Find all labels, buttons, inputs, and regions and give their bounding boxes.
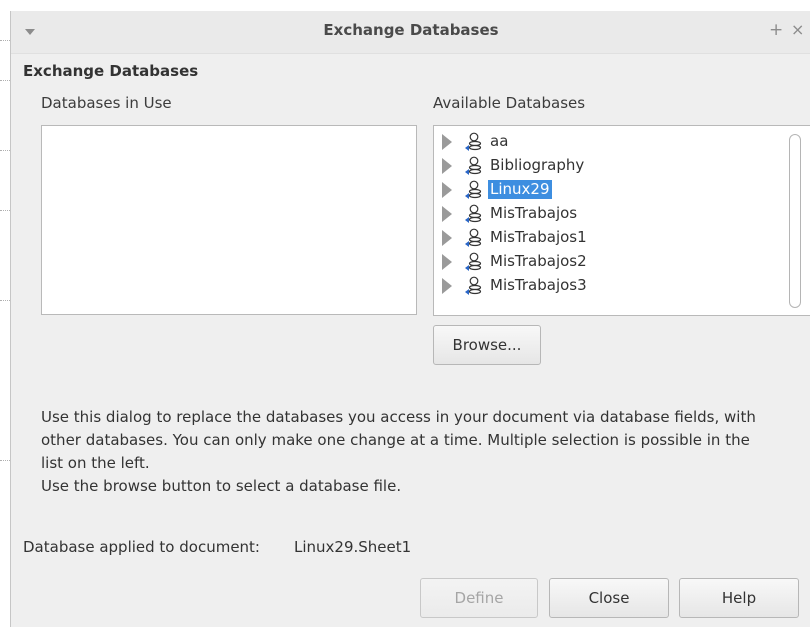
database-icon	[464, 228, 484, 248]
tree-item-label: MisTrabajos2	[490, 252, 587, 270]
tree-item-label: MisTrabajos	[490, 204, 578, 222]
available-databases-label: Available Databases	[433, 94, 586, 112]
description-line: other databases. You can only make one c…	[41, 431, 750, 449]
database-icon	[464, 180, 484, 200]
expand-arrow-icon[interactable]	[442, 134, 452, 150]
titlebar: Exchange Databases + ×	[11, 11, 810, 54]
expand-arrow-icon[interactable]	[442, 206, 452, 222]
expand-arrow-icon[interactable]	[442, 182, 452, 198]
expand-arrow-icon[interactable]	[442, 158, 452, 174]
database-icon	[464, 276, 484, 296]
scrollbar[interactable]	[789, 134, 801, 308]
database-icon	[464, 252, 484, 272]
close-icon[interactable]: ×	[791, 20, 804, 39]
expand-arrow-icon[interactable]	[442, 230, 452, 246]
maximize-icon[interactable]: +	[769, 20, 783, 40]
database-icon	[464, 156, 484, 176]
available-databases-list[interactable]: aa Bibliography Linux29 MisTrabajos MisTraba…	[433, 125, 810, 316]
tree-item-label: Bibliography	[490, 156, 585, 174]
database-icon	[464, 132, 484, 152]
exchange-databases-dialog: Exchange Databases + × Exchange Database…	[10, 11, 810, 627]
define-button[interactable]: Define	[420, 578, 538, 618]
description-line: Use this dialog to replace the databases…	[41, 408, 756, 426]
close-button[interactable]: Close	[549, 578, 669, 618]
window-title: Exchange Databases	[323, 21, 499, 39]
dialog-heading: Exchange Databases	[23, 62, 199, 80]
description-text: Use this dialog to replace the databases…	[41, 406, 801, 498]
description-line: Use the browse button to select a databa…	[41, 477, 402, 495]
databases-in-use-list[interactable]	[41, 125, 417, 315]
tree-item-label: MisTrabajos1	[490, 228, 587, 246]
databases-in-use-label: Databases in Use	[41, 94, 172, 112]
database-icon	[464, 204, 484, 224]
description-line: list on the left.	[41, 454, 150, 472]
expand-arrow-icon[interactable]	[442, 254, 452, 270]
expand-arrow-icon[interactable]	[442, 278, 452, 294]
applied-database-label: Database applied to document:	[23, 538, 260, 556]
browse-button[interactable]: Browse...	[433, 325, 541, 365]
tree-item-label: aa	[490, 132, 509, 150]
tree-item-label: MisTrabajos3	[490, 276, 587, 294]
applied-database-value: Linux29.Sheet1	[294, 538, 412, 556]
help-button[interactable]: Help	[679, 578, 799, 618]
tree-item-label: Linux29	[488, 180, 552, 199]
